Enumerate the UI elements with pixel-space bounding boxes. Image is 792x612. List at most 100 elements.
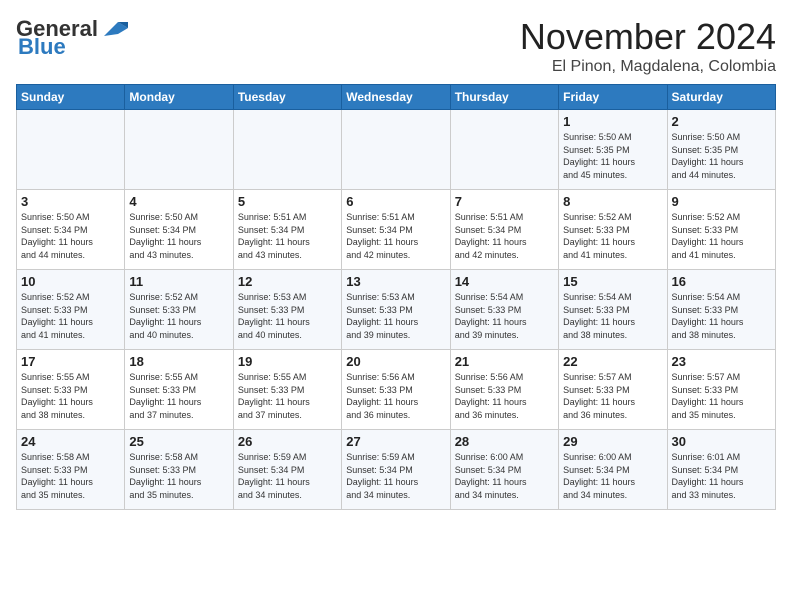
- calendar-week-3: 10Sunrise: 5:52 AM Sunset: 5:33 PM Dayli…: [17, 270, 776, 350]
- calendar-table: SundayMondayTuesdayWednesdayThursdayFrid…: [16, 84, 776, 510]
- day-info: Sunrise: 5:56 AM Sunset: 5:33 PM Dayligh…: [455, 371, 554, 421]
- calendar-week-4: 17 Sunrise: 5:55 AM Sunset: 5:33 PM Dayli…: [17, 350, 776, 430]
- day-info: Sunrise: 5:54 AM Sunset: 5:33 PM Dayligh…: [455, 291, 554, 341]
- calendar-week-1: 1 Sunrise: 5:50 AM Sunset: 5:35 PM Daylig…: [17, 110, 776, 190]
- day-number: 18: [129, 354, 228, 369]
- day-number: 6: [346, 194, 445, 209]
- day-info: Sunrise: 5:55 AM Sunset: 5:33 PM Dayligh…: [238, 371, 337, 421]
- weekday-header-thursday: Thursday: [450, 85, 558, 110]
- day-number: 1: [563, 114, 662, 129]
- calendar-cell: 7 Sunrise: 5:51 AM Sunset: 5:34 PM Daylig…: [450, 190, 558, 270]
- calendar-cell: 19 Sunrise: 5:55 AM Sunset: 5:33 PM Dayli…: [233, 350, 341, 430]
- calendar-cell: 2 Sunrise: 5:50 AM Sunset: 5:35 PM Daylig…: [667, 110, 775, 190]
- calendar-cell: 29 Sunrise: 6:00 AM Sunset: 5:34 PM Dayli…: [559, 430, 667, 510]
- calendar-cell: 6Sunrise: 5:51 AM Sunset: 5:34 PM Daylig…: [342, 190, 450, 270]
- calendar-cell: 24Sunrise: 5:58 AM Sunset: 5:33 PM Dayli…: [17, 430, 125, 510]
- day-number: 4: [129, 194, 228, 209]
- day-info: Sunrise: 6:00 AM Sunset: 5:34 PM Dayligh…: [455, 451, 554, 501]
- day-number: 7: [455, 194, 554, 209]
- day-info: Sunrise: 5:54 AM Sunset: 5:33 PM Dayligh…: [563, 291, 662, 341]
- calendar-cell: 21 Sunrise: 5:56 AM Sunset: 5:33 PM Dayli…: [450, 350, 558, 430]
- calendar-cell: 27 Sunrise: 5:59 AM Sunset: 5:34 PM Dayli…: [342, 430, 450, 510]
- calendar-cell: 18 Sunrise: 5:55 AM Sunset: 5:33 PM Dayli…: [125, 350, 233, 430]
- calendar-cell: 11 Sunrise: 5:52 AM Sunset: 5:33 PM Dayli…: [125, 270, 233, 350]
- calendar-cell: 16Sunrise: 5:54 AM Sunset: 5:33 PM Dayli…: [667, 270, 775, 350]
- day-info: Sunrise: 5:50 AM Sunset: 5:35 PM Dayligh…: [563, 131, 662, 181]
- calendar-cell: 28 Sunrise: 6:00 AM Sunset: 5:34 PM Dayli…: [450, 430, 558, 510]
- day-number: 11: [129, 274, 228, 289]
- day-number: 27: [346, 434, 445, 449]
- day-info: Sunrise: 5:54 AM Sunset: 5:33 PM Dayligh…: [672, 291, 771, 341]
- weekday-header-wednesday: Wednesday: [342, 85, 450, 110]
- calendar-cell: 17Sunrise: 5:55 AM Sunset: 5:33 PM Dayli…: [17, 350, 125, 430]
- day-info: Sunrise: 5:57 AM Sunset: 5:33 PM Dayligh…: [672, 371, 771, 421]
- day-number: 5: [238, 194, 337, 209]
- day-info: Sunrise: 5:52 AM Sunset: 5:33 PM Dayligh…: [129, 291, 228, 341]
- logo-blue-text: Blue: [18, 34, 66, 60]
- day-number: 23: [672, 354, 771, 369]
- calendar-cell: 9 Sunrise: 5:52 AM Sunset: 5:33 PM Daylig…: [667, 190, 775, 270]
- calendar-cell: 20 Sunrise: 5:56 AM Sunset: 5:33 PM Dayli…: [342, 350, 450, 430]
- calendar-cell: 13 Sunrise: 5:53 AM Sunset: 5:33 PM Dayli…: [342, 270, 450, 350]
- day-info: Sunrise: 6:01 AM Sunset: 5:34 PM Dayligh…: [672, 451, 771, 501]
- calendar-cell: 26Sunrise: 5:59 AM Sunset: 5:34 PM Dayli…: [233, 430, 341, 510]
- day-number: 12: [238, 274, 337, 289]
- day-info: Sunrise: 6:00 AM Sunset: 5:34 PM Dayligh…: [563, 451, 662, 501]
- day-number: 28: [455, 434, 554, 449]
- day-number: 3: [21, 194, 120, 209]
- calendar-cell: 8 Sunrise: 5:52 AM Sunset: 5:33 PM Daylig…: [559, 190, 667, 270]
- day-number: 9: [672, 194, 771, 209]
- calendar-cell: [125, 110, 233, 190]
- calendar-week-2: 3 Sunrise: 5:50 AM Sunset: 5:34 PM Daylig…: [17, 190, 776, 270]
- day-info: Sunrise: 5:52 AM Sunset: 5:33 PM Dayligh…: [21, 291, 120, 341]
- day-number: 14: [455, 274, 554, 289]
- calendar-cell: [233, 110, 341, 190]
- day-info: Sunrise: 5:57 AM Sunset: 5:33 PM Dayligh…: [563, 371, 662, 421]
- day-info: Sunrise: 5:56 AM Sunset: 5:33 PM Dayligh…: [346, 371, 445, 421]
- calendar-cell: 12 Sunrise: 5:53 AM Sunset: 5:33 PM Dayli…: [233, 270, 341, 350]
- month-title: November 2024: [520, 16, 776, 58]
- calendar-cell: 4 Sunrise: 5:50 AM Sunset: 5:34 PM Daylig…: [125, 190, 233, 270]
- day-number: 22: [563, 354, 662, 369]
- calendar-week-5: 24 Sunrise: 5:58 AM Sunset: 5:33 PM Dayli…: [17, 430, 776, 510]
- calendar-cell: [342, 110, 450, 190]
- day-info: Sunrise: 5:53 AM Sunset: 5:33 PM Dayligh…: [238, 291, 337, 341]
- calendar-cell: [17, 110, 125, 190]
- day-info: Sunrise: 5:52 AM Sunset: 5:33 PM Dayligh…: [563, 211, 662, 261]
- day-info: Sunrise: 5:51 AM Sunset: 5:34 PM Dayligh…: [455, 211, 554, 261]
- day-info: Sunrise: 5:50 AM Sunset: 5:35 PM Dayligh…: [672, 131, 771, 181]
- location-title: El Pinon, Magdalena, Colombia: [520, 58, 776, 76]
- weekday-header-friday: Friday: [559, 85, 667, 110]
- calendar-cell: 25 Sunrise: 5:58 AM Sunset: 5:33 PM Dayli…: [125, 430, 233, 510]
- day-number: 8: [563, 194, 662, 209]
- calendar-cell: 5Sunrise: 5:51 AM Sunset: 5:34 PM Daylig…: [233, 190, 341, 270]
- weekday-header-sunday: Sunday: [17, 85, 125, 110]
- day-number: 13: [346, 274, 445, 289]
- day-number: 29: [563, 434, 662, 449]
- page-header: General Blue November 2024 El Pinon, Mag…: [16, 16, 776, 76]
- day-info: Sunrise: 5:58 AM Sunset: 5:33 PM Dayligh…: [129, 451, 228, 501]
- day-number: 26: [238, 434, 337, 449]
- day-info: Sunrise: 5:50 AM Sunset: 5:34 PM Dayligh…: [21, 211, 120, 261]
- day-info: Sunrise: 5:52 AM Sunset: 5:33 PM Dayligh…: [672, 211, 771, 261]
- day-number: 19: [238, 354, 337, 369]
- calendar-cell: 14 Sunrise: 5:54 AM Sunset: 5:33 PM Dayli…: [450, 270, 558, 350]
- day-info: Sunrise: 5:59 AM Sunset: 5:34 PM Dayligh…: [346, 451, 445, 501]
- day-number: 17: [21, 354, 120, 369]
- weekday-header-saturday: Saturday: [667, 85, 775, 110]
- calendar-cell: 1 Sunrise: 5:50 AM Sunset: 5:35 PM Daylig…: [559, 110, 667, 190]
- day-number: 20: [346, 354, 445, 369]
- calendar-cell: 23 Sunrise: 5:57 AM Sunset: 5:33 PM Dayli…: [667, 350, 775, 430]
- day-number: 25: [129, 434, 228, 449]
- calendar-cell: 30 Sunrise: 6:01 AM Sunset: 5:34 PM Dayli…: [667, 430, 775, 510]
- day-number: 21: [455, 354, 554, 369]
- day-number: 30: [672, 434, 771, 449]
- day-info: Sunrise: 5:50 AM Sunset: 5:34 PM Dayligh…: [129, 211, 228, 261]
- day-info: Sunrise: 5:53 AM Sunset: 5:33 PM Dayligh…: [346, 291, 445, 341]
- day-number: 2: [672, 114, 771, 129]
- calendar-cell: 15 Sunrise: 5:54 AM Sunset: 5:33 PM Dayli…: [559, 270, 667, 350]
- day-number: 15: [563, 274, 662, 289]
- day-info: Sunrise: 5:55 AM Sunset: 5:33 PM Dayligh…: [129, 371, 228, 421]
- day-number: 24: [21, 434, 120, 449]
- logo-icon: [100, 18, 130, 40]
